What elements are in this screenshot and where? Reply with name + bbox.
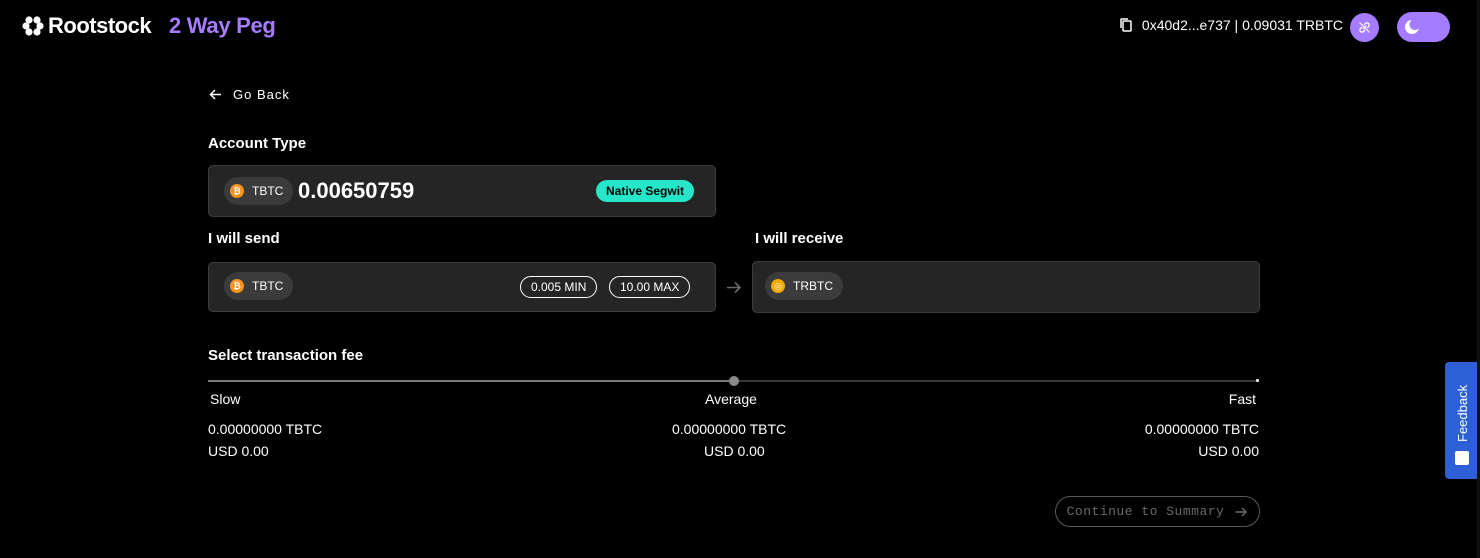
- fee-slow-usd: USD 0.00: [208, 443, 269, 459]
- copy-icon[interactable]: [1118, 17, 1134, 33]
- app-name: 2 Way Peg: [169, 13, 276, 38]
- fee-slow-label[interactable]: Slow: [210, 391, 240, 407]
- fee-fast-label[interactable]: Fast: [1229, 391, 1256, 407]
- max-amount-button[interactable]: 10.00 MAX: [609, 276, 691, 298]
- fee-fast-btc: 0.00000000 TBTC: [1144, 421, 1259, 437]
- feedback-icon: [1455, 451, 1469, 465]
- account-balance: 0.00650759: [298, 178, 415, 203]
- fee-average-usd: USD 0.00: [704, 443, 765, 459]
- send-currency: TBTC: [252, 279, 284, 293]
- wallet-address-balance: 0x40d2...e737 | 0.09031 TRBTC: [1141, 17, 1343, 33]
- rbtc-icon: ◎: [771, 279, 785, 293]
- fee-slider-fill: [208, 380, 734, 382]
- min-amount-button[interactable]: 0.005 MIN: [520, 276, 598, 298]
- fee-average-btc: 0.00000000 TBTC: [672, 421, 787, 437]
- fee-average-label[interactable]: Average: [705, 391, 757, 407]
- receive-currency-pill: ◎ TRBTC: [765, 272, 843, 300]
- theme-toggle[interactable]: [1397, 12, 1450, 42]
- top-bar: Rootstock 2 Way Peg 0x40d2...e737 | 0.09…: [0, 0, 1480, 54]
- bitcoin-icon: ₿: [230, 279, 244, 293]
- arrow-left-icon: [209, 89, 221, 100]
- rootstock-logo-icon: [22, 16, 44, 36]
- fee-slider-thumb[interactable]: [728, 376, 739, 386]
- wallet-info[interactable]: 0x40d2...e737 | 0.09031 TRBTC: [1118, 17, 1343, 33]
- continue-label: Continue to Summary: [1066, 504, 1225, 519]
- moon-icon: [1405, 19, 1420, 34]
- feedback-label: Feedback: [1455, 384, 1470, 442]
- brand-name: Rootstock: [48, 13, 152, 38]
- send-label: I will send: [208, 230, 280, 247]
- fee-slow-btc: 0.00000000 TBTC: [208, 421, 323, 437]
- arrow-right-icon: [727, 281, 742, 294]
- account-currency: TBTC: [252, 184, 284, 198]
- fee-slider-end: [1256, 379, 1259, 382]
- account-type-label: Account Type: [208, 135, 307, 152]
- go-back-link[interactable]: Go Back: [208, 87, 290, 102]
- receive-currency: TRBTC: [793, 279, 833, 293]
- fee-label: Select transaction fee: [208, 347, 364, 364]
- account-type-badge[interactable]: Native Segwit: [596, 180, 695, 202]
- account-currency-pill: ₿ TBTC: [224, 177, 294, 205]
- receive-label: I will receive: [755, 230, 844, 247]
- go-back-label: Go Back: [233, 87, 290, 102]
- bitcoin-icon: ₿: [230, 184, 244, 198]
- disconnect-wallet-button[interactable]: [1350, 13, 1379, 42]
- arrow-right-icon: [1235, 507, 1248, 516]
- unlink-icon: [1359, 22, 1370, 33]
- send-currency-pill: ₿ TBTC: [224, 272, 294, 300]
- rootstock-logo[interactable]: Rootstock: [22, 13, 152, 39]
- continue-to-summary-button[interactable]: Continue to Summary: [1055, 496, 1260, 527]
- fee-fast-usd: USD 0.00: [1198, 443, 1259, 459]
